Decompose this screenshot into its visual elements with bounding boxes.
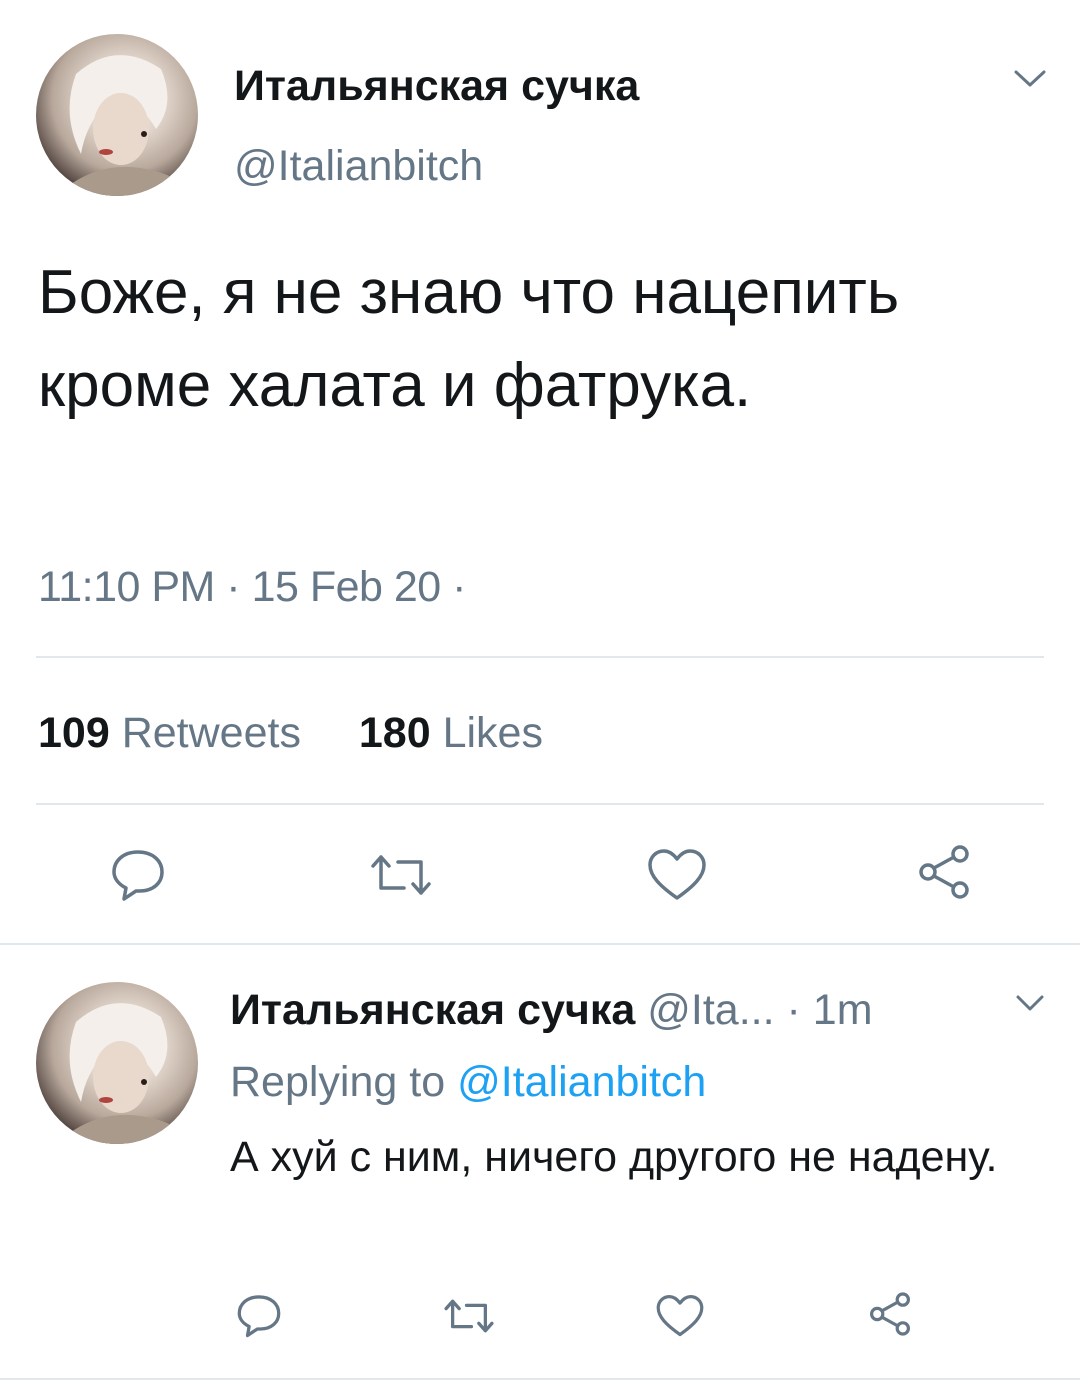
retweets-count: 109: [38, 709, 110, 757]
tweet-text: Боже, я не знаю что нацепить кроме халат…: [38, 258, 900, 420]
chevron-down-icon[interactable]: [1012, 66, 1048, 90]
avatar[interactable]: [36, 34, 198, 196]
engagement-stats: 109 Retweets 180 Likes: [38, 709, 543, 758]
divider: [36, 803, 1044, 805]
reply-time[interactable]: · 1m: [787, 986, 873, 1034]
heart-icon[interactable]: [646, 848, 708, 902]
reply-display-name[interactable]: Итальянская сучка: [230, 986, 635, 1034]
author-display-name[interactable]: Итальянская сучка: [234, 62, 639, 111]
replying-handle-link[interactable]: @Italianbitch: [457, 1058, 706, 1106]
heart-icon[interactable]: [655, 1294, 705, 1338]
share-icon[interactable]: [866, 1290, 914, 1338]
chevron-down-icon[interactable]: [1014, 992, 1046, 1014]
divider: [0, 943, 1080, 945]
share-icon[interactable]: [914, 842, 974, 902]
likes-count: 180: [358, 709, 431, 757]
retweet-icon[interactable]: [368, 852, 434, 898]
author-handle[interactable]: @Italianbitch: [234, 142, 483, 191]
replying-prefix: Replying to: [230, 1058, 446, 1106]
reply-avatar[interactable]: [36, 982, 198, 1144]
reply-text: А хуй с ним, ничего другого не надену.: [230, 1133, 998, 1181]
retweet-icon[interactable]: [442, 1297, 496, 1335]
likes-stat[interactable]: 180 Likes: [359, 709, 543, 757]
likes-label: Likes: [442, 709, 543, 757]
retweets-stat[interactable]: 109 Retweets: [38, 709, 313, 757]
tweet-timestamp[interactable]: 11:10 PM · 15 Feb 20 ·: [38, 563, 467, 612]
divider: [36, 656, 1044, 658]
replying-to: Replying to @Italianbitch: [230, 1058, 706, 1107]
divider: [0, 1378, 1080, 1380]
reply-header: Итальянская сучка @Ita... · 1m: [230, 986, 873, 1035]
retweets-label: Retweets: [121, 709, 301, 757]
reply-icon[interactable]: [110, 846, 166, 902]
reply-handle[interactable]: @Ita...: [647, 986, 774, 1034]
reply-icon[interactable]: [236, 1292, 282, 1338]
